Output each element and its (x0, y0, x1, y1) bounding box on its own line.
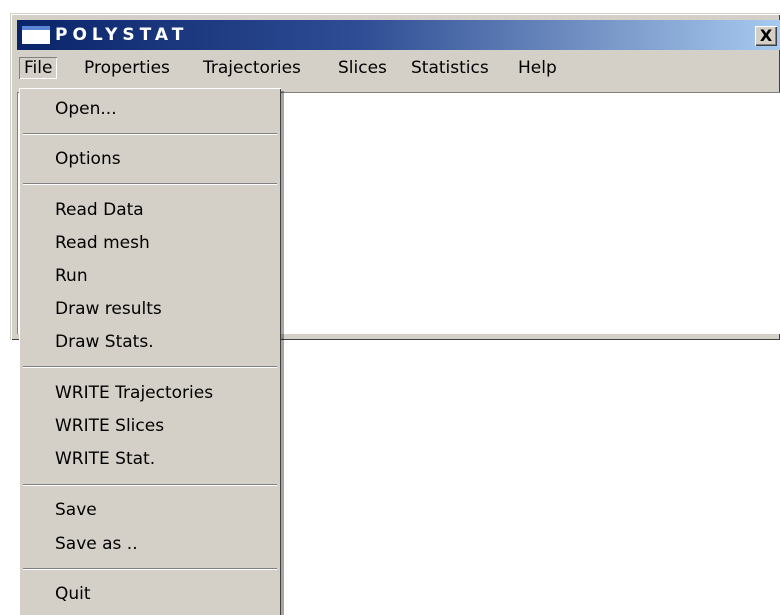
menu-item-run[interactable]: Run (19, 262, 281, 290)
title-bar[interactable]: POLYSTAT X (17, 20, 780, 50)
menu-item-open[interactable]: Open... (19, 95, 281, 123)
close-button[interactable]: X (755, 26, 777, 46)
menu-item-options[interactable]: Options (19, 145, 281, 173)
menu-item-read-data[interactable]: Read Data (19, 196, 281, 224)
menu-item-write-stat[interactable]: WRITE Stat. (19, 445, 281, 473)
menu-item-draw-stats[interactable]: Draw Stats. (19, 328, 281, 356)
menu-separator (23, 568, 277, 570)
menu-slices[interactable]: Slices (333, 57, 392, 79)
menu-item-save-as[interactable]: Save as .. (19, 530, 281, 558)
menu-item-draw-results[interactable]: Draw results (19, 295, 281, 323)
menu-item-save[interactable]: Save (19, 496, 281, 524)
app-icon (22, 26, 50, 44)
menu-statistics[interactable]: Statistics (406, 57, 494, 79)
file-dropdown-menu: Open... Options Read Data Read mesh Run … (19, 88, 281, 615)
menu-separator (23, 484, 277, 486)
screen: POLYSTAT X File Properties Trajectories … (0, 0, 780, 615)
menu-separator (23, 183, 277, 185)
menu-separator (23, 366, 277, 368)
menu-file[interactable]: File (19, 57, 57, 79)
window-title: POLYSTAT (55, 25, 189, 45)
menu-item-read-mesh[interactable]: Read mesh (19, 229, 281, 257)
menu-item-quit[interactable]: Quit (19, 580, 281, 608)
menu-help[interactable]: Help (513, 57, 562, 79)
menu-separator (23, 133, 277, 135)
menu-item-write-trajectories[interactable]: WRITE Trajectories (19, 379, 281, 407)
menu-item-write-slices[interactable]: WRITE Slices (19, 412, 281, 440)
menu-trajectories[interactable]: Trajectories (198, 57, 306, 79)
menu-properties[interactable]: Properties (79, 57, 175, 79)
menu-bar: File Properties Trajectories Slices Stat… (17, 54, 780, 82)
